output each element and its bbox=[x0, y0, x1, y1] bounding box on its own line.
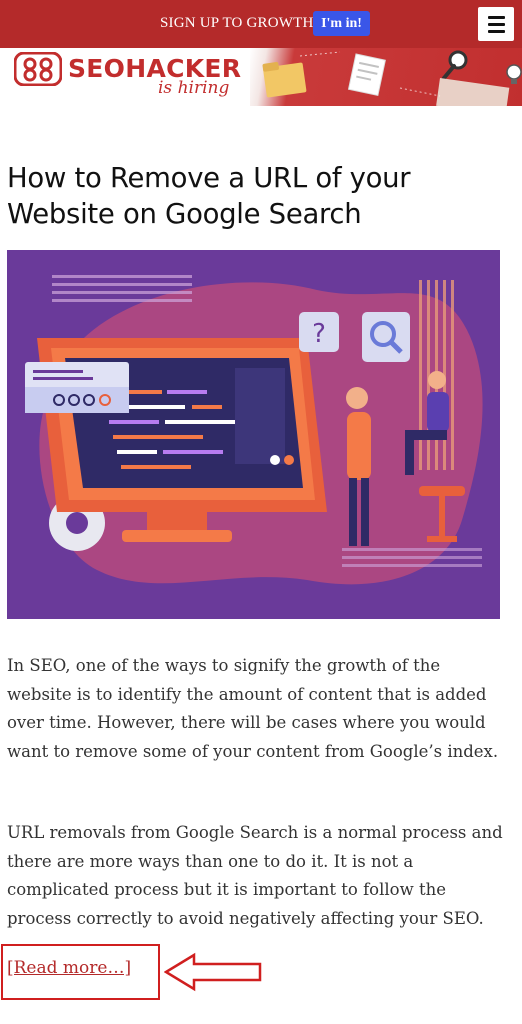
article-hero-illustration[interactable]: ? bbox=[7, 250, 500, 619]
hamburger-menu-icon[interactable] bbox=[478, 7, 514, 41]
article-paragraph-1: In SEO, one of the ways to signify the g… bbox=[7, 656, 499, 761]
promo-text: SIGN UP TO GROWTH bbox=[160, 15, 314, 31]
promo-bar: SIGN UP TO GROWTH I'm in! bbox=[0, 0, 522, 48]
svg-text:?: ? bbox=[312, 319, 326, 349]
seohacker-logo-icon bbox=[14, 52, 62, 86]
hiring-tagline: is hiring bbox=[158, 78, 230, 98]
article-paragraph-2: URL removals from Google Search is a nor… bbox=[7, 823, 503, 928]
im-in-button[interactable]: I'm in! bbox=[313, 11, 370, 36]
annotation-highlight-box bbox=[1, 944, 160, 1000]
annotation-arrow-icon bbox=[164, 952, 262, 992]
hiring-banner[interactable]: SEOHACKER is hiring bbox=[0, 48, 522, 106]
article-title[interactable]: How to Remove a URL of your Website on G… bbox=[7, 160, 507, 232]
